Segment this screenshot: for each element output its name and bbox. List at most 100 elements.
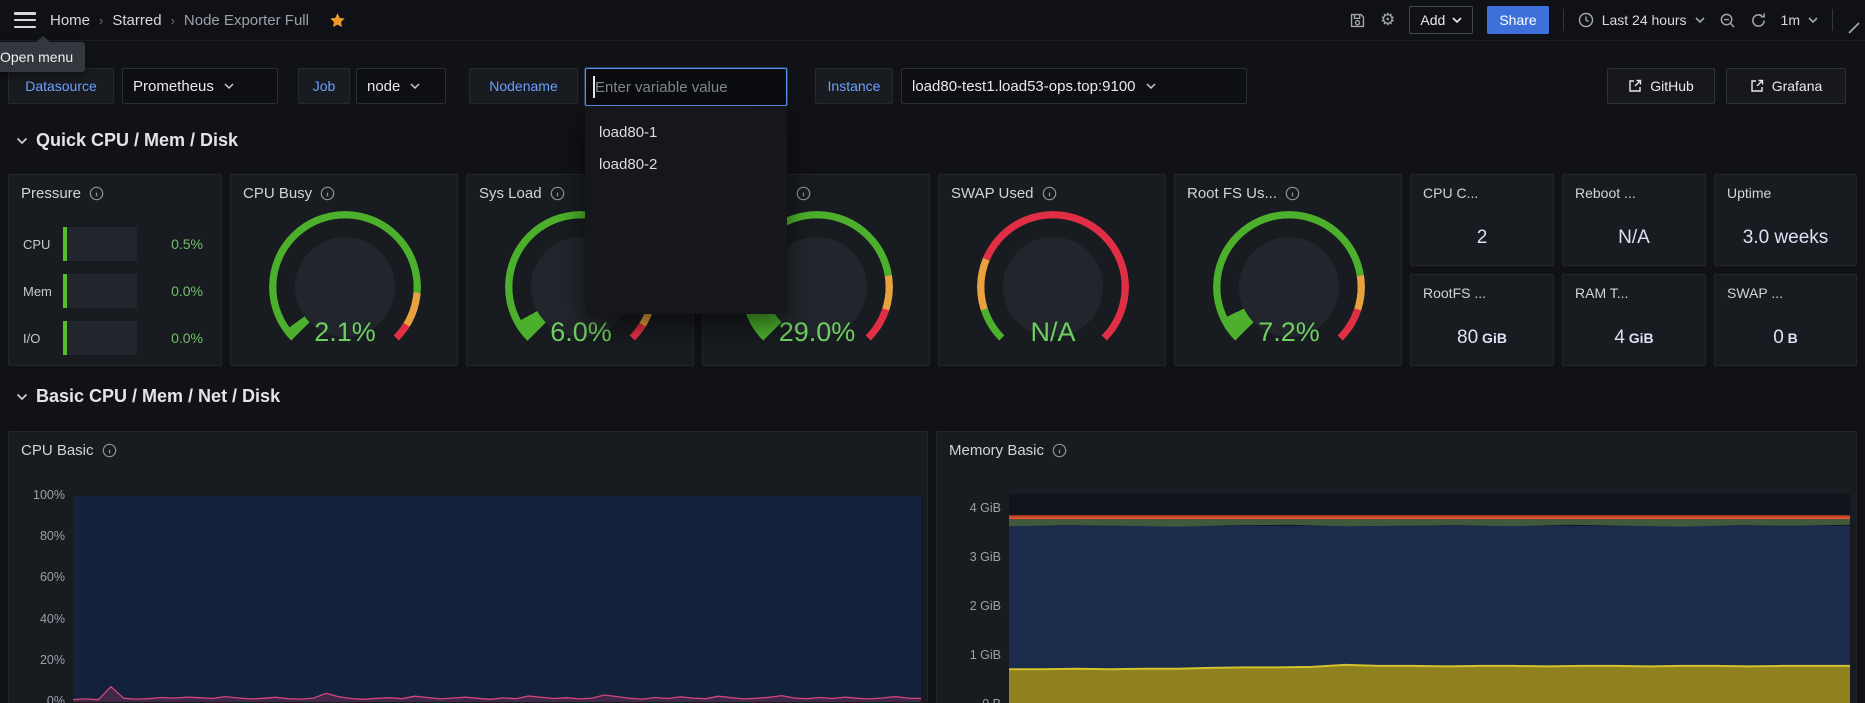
time-range-picker[interactable]: Last 24 hours bbox=[1578, 12, 1705, 28]
pressure-row-mem: Mem0.0% bbox=[23, 274, 213, 308]
breadcrumb-item-home[interactable]: Home bbox=[50, 12, 90, 29]
info-icon[interactable] bbox=[89, 186, 104, 201]
breadcrumb-separator: › bbox=[99, 13, 103, 28]
panel-title: SWAP ... bbox=[1727, 285, 1783, 301]
breadcrumb-item-node-exporter-full[interactable]: Node Exporter Full bbox=[184, 12, 309, 29]
cpu-chart-plot bbox=[73, 496, 921, 702]
info-icon[interactable] bbox=[102, 443, 117, 458]
memory-chart-plot bbox=[1009, 494, 1850, 703]
info-icon[interactable] bbox=[1052, 443, 1067, 458]
datasource-variable-select[interactable]: Prometheus bbox=[122, 68, 278, 104]
dashboard-settings-gear-icon[interactable]: ⚙ bbox=[1380, 10, 1395, 30]
nodename-variable-label: Nodename bbox=[469, 68, 578, 104]
zoom-out-time-icon[interactable] bbox=[1719, 12, 1736, 29]
info-icon[interactable] bbox=[320, 186, 335, 201]
instance-value: load80-test1.load53-ops.top:9100 bbox=[912, 78, 1136, 95]
stat-value: 4 GiB bbox=[1563, 327, 1705, 349]
section-quick-cpu-mem-disk[interactable]: Quick CPU / Mem / Disk bbox=[16, 130, 238, 151]
nodename-variable-input[interactable] bbox=[585, 68, 787, 106]
y-tick-label: 3 GiB bbox=[949, 550, 1001, 564]
chevron-down-icon bbox=[224, 83, 234, 89]
stat-panel-reboot-: Reboot ... N/A bbox=[1562, 174, 1706, 266]
section-basic-cpu-mem-net-disk[interactable]: Basic CPU / Mem / Net / Disk bbox=[16, 386, 280, 407]
chevron-down-icon bbox=[1808, 17, 1818, 23]
stat-value: N/A bbox=[1563, 227, 1705, 249]
menu-icon[interactable] bbox=[14, 12, 36, 28]
info-icon[interactable] bbox=[1285, 186, 1300, 201]
open-menu-tooltip: Open menu bbox=[0, 42, 85, 72]
info-icon[interactable] bbox=[1042, 186, 1057, 201]
y-tick-label: 40% bbox=[13, 612, 65, 626]
section-title: Quick CPU / Mem / Disk bbox=[36, 130, 238, 151]
chevron-down-icon bbox=[410, 83, 420, 89]
datasource-value: Prometheus bbox=[133, 78, 214, 95]
panel-title: Reboot ... bbox=[1575, 185, 1636, 201]
stat-panel-uptime: Uptime3.0 weeks bbox=[1714, 174, 1857, 266]
job-variable-label: Job bbox=[298, 68, 350, 104]
add-button[interactable]: Add bbox=[1409, 6, 1473, 34]
favorite-star-icon[interactable] bbox=[329, 12, 346, 29]
breadcrumb: Home › Starred › Node Exporter Full bbox=[50, 12, 309, 29]
grafana-link-button[interactable]: Grafana bbox=[1726, 68, 1846, 104]
pressure-bar-fill bbox=[63, 227, 67, 261]
dropdown-option-load80-2[interactable]: load80-2 bbox=[585, 148, 787, 180]
gauge-value: 2.1% bbox=[269, 317, 421, 348]
divider bbox=[1832, 9, 1833, 31]
panel-title: Uptime bbox=[1727, 185, 1771, 201]
y-tick-label: 60% bbox=[13, 570, 65, 584]
memory-basic-panel: Memory Basic 4 GiB3 GiB2 GiB1 GiB0 B bbox=[936, 431, 1857, 703]
chevron-down-icon bbox=[1146, 83, 1156, 89]
pressure-bar-track bbox=[63, 227, 137, 261]
github-link-button[interactable]: GitHub bbox=[1607, 68, 1715, 104]
panel-title: CPU C... bbox=[1423, 185, 1478, 201]
gauge-1: 2.1% bbox=[269, 211, 421, 363]
gauge-5: 7.2% bbox=[1213, 211, 1365, 363]
pressure-row-io: I/O 0.0% bbox=[23, 321, 213, 355]
refresh-icon[interactable] bbox=[1750, 12, 1767, 29]
panel-title: Root FS Us... bbox=[1187, 185, 1277, 202]
y-tick-label: 1 GiB bbox=[949, 648, 1001, 662]
gauge-panel-cpu-busy: CPU Busy2.1% bbox=[230, 174, 458, 366]
stat-unit: GiB bbox=[1625, 330, 1654, 346]
clipped-edge-icon[interactable] bbox=[1847, 21, 1861, 40]
dropdown-option-load80-1[interactable]: load80-1 bbox=[585, 116, 787, 148]
y-tick-label: 2 GiB bbox=[949, 599, 1001, 613]
panel-title: RootFS ... bbox=[1423, 285, 1486, 301]
external-link-icon bbox=[1628, 79, 1642, 93]
nodename-options-dropdown: load80-1load80-2 bbox=[585, 106, 787, 314]
stat-value: 80 GiB bbox=[1411, 327, 1553, 349]
pressure-row-value: 0.0% bbox=[137, 330, 203, 346]
refresh-interval-picker[interactable]: 1m bbox=[1781, 12, 1818, 28]
gauge-value: 29.0% bbox=[741, 317, 893, 348]
github-link-label: GitHub bbox=[1650, 78, 1694, 94]
instance-variable-select[interactable]: load80-test1.load53-ops.top:9100 bbox=[901, 68, 1247, 104]
info-icon[interactable] bbox=[550, 186, 565, 201]
memory-series bbox=[1009, 494, 1850, 703]
refresh-interval-label: 1m bbox=[1781, 12, 1800, 28]
gauge-value: N/A bbox=[977, 317, 1129, 348]
grafana-link-label: Grafana bbox=[1772, 78, 1823, 94]
stat-panel-cpu-c-: CPU C...2 bbox=[1410, 174, 1554, 266]
breadcrumb-separator: › bbox=[171, 13, 175, 28]
info-icon[interactable] bbox=[796, 186, 811, 201]
panel-title: Sys Load bbox=[479, 185, 542, 202]
breadcrumb-item-starred[interactable]: Starred bbox=[112, 12, 161, 29]
save-dashboard-icon[interactable] bbox=[1349, 12, 1366, 29]
chevron-down-icon bbox=[1695, 17, 1705, 23]
pressure-row-value: 0.0% bbox=[137, 283, 203, 299]
stat-value: 0 B bbox=[1715, 327, 1856, 349]
job-variable-select[interactable]: node bbox=[356, 68, 446, 104]
gauge-value: 7.2% bbox=[1213, 317, 1365, 348]
panel-title: CPU Basic bbox=[21, 442, 94, 459]
panel-title: RAM T... bbox=[1575, 285, 1628, 301]
instance-variable-label: Instance bbox=[815, 68, 893, 104]
y-tick-label: 80% bbox=[13, 529, 65, 543]
pressure-row-value: 0.5% bbox=[137, 236, 203, 252]
pressure-bar-track bbox=[63, 274, 137, 308]
top-navbar: Home › Starred › Node Exporter Full ⚙ Add Sh… bbox=[0, 0, 1865, 41]
pressure-row-label: I/O bbox=[23, 331, 63, 346]
clock-icon bbox=[1578, 12, 1594, 28]
share-button[interactable]: Share bbox=[1487, 6, 1548, 34]
pressure-panel: Pressure CPU0.5%Mem0.0%I/O0.0% bbox=[8, 174, 222, 366]
text-cursor bbox=[593, 76, 595, 98]
